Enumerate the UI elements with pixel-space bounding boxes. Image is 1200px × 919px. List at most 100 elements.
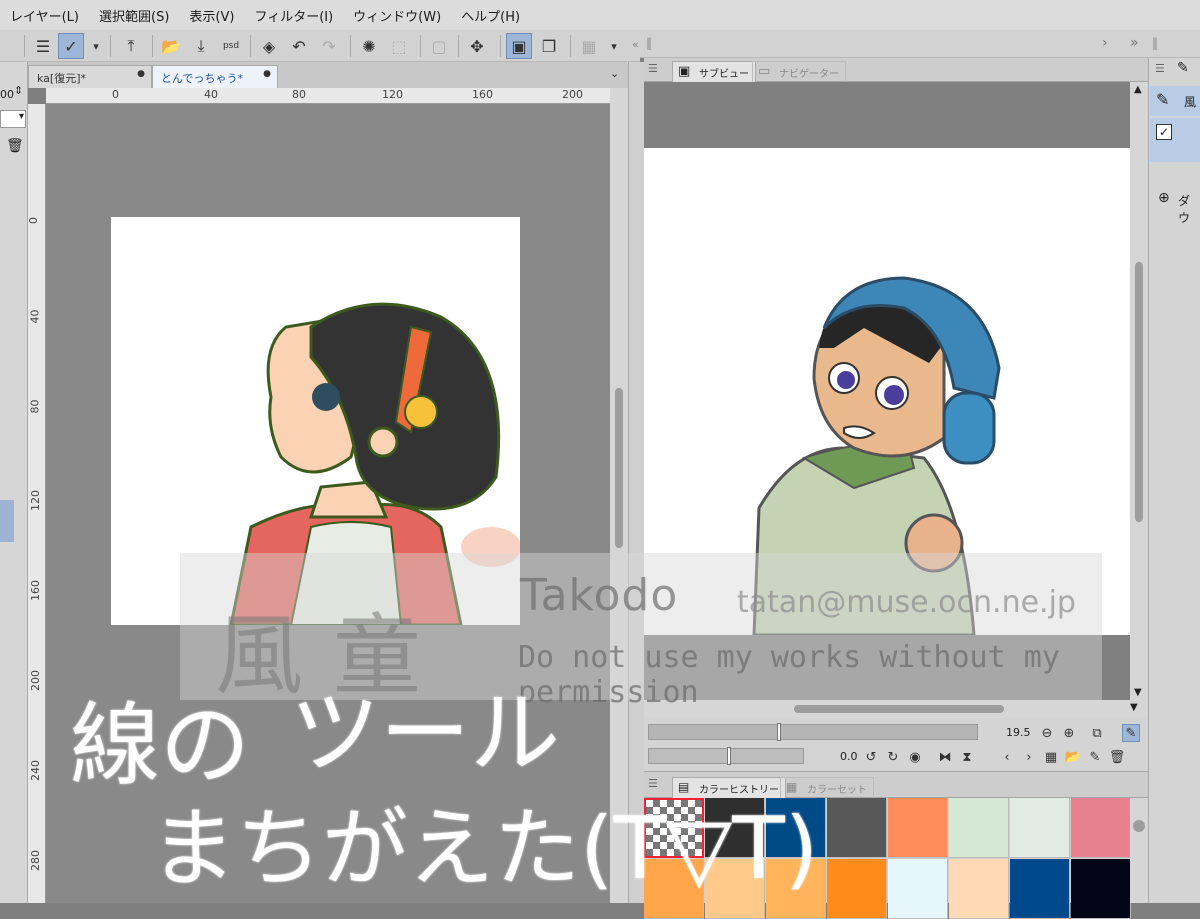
color-swatch[interactable] — [1071, 859, 1131, 919]
double-chevron-right-icon[interactable]: » — [1130, 35, 1139, 51]
loading-icon[interactable]: ✺ — [356, 33, 382, 59]
edit-layer-icon[interactable]: ✓ — [58, 33, 84, 59]
selection-icon[interactable]: ▢ — [426, 33, 452, 59]
color-swatch[interactable] — [1010, 798, 1070, 858]
plus-circle-icon[interactable]: ⊕ — [1158, 190, 1170, 206]
menu-selection[interactable]: 選択範囲(S) — [89, 6, 179, 25]
arrow-up-icon[interactable]: ▲ — [1134, 84, 1142, 95]
swatch-scrollbar[interactable] — [1130, 798, 1148, 903]
open-folder-icon[interactable]: 📂 — [1064, 748, 1082, 766]
deselect-icon[interactable]: ⬚ — [386, 33, 412, 59]
panel-menu-icon[interactable]: ☰ — [1155, 62, 1165, 75]
separator — [458, 35, 459, 57]
color-swatch[interactable] — [888, 859, 948, 919]
save-icon[interactable]: ⤓ — [188, 33, 214, 59]
reset-rotation-icon[interactable]: ◉ — [906, 748, 924, 766]
zoom-slider[interactable] — [648, 723, 978, 741]
menu-icon[interactable]: ☰ — [30, 33, 56, 59]
color-swatch[interactable] — [827, 798, 887, 858]
rotation-slider[interactable] — [648, 747, 804, 765]
display-icon[interactable]: ▣ — [506, 33, 532, 59]
ruler-tick: 0 — [27, 217, 40, 224]
menu-window[interactable]: ウィンドウ(W) — [343, 6, 451, 25]
tab-subview[interactable]: ▣ サブビュー — [672, 61, 756, 82]
flip-vertical-icon[interactable]: ⧗ — [958, 748, 976, 766]
ruler-tick: 80 — [28, 399, 42, 414]
layer-row[interactable]: ✓ — [1150, 118, 1200, 162]
eyedropper-icon[interactable]: ✎ — [1122, 724, 1140, 742]
flip-horizontal-icon[interactable]: ⧓ — [936, 748, 954, 766]
zoom-in-icon[interactable]: ⊕ — [1060, 724, 1078, 742]
trash-icon[interactable]: 🗑 — [1108, 748, 1126, 766]
transform-icon[interactable]: ✥ — [464, 33, 490, 59]
scroll-thumb[interactable] — [1133, 820, 1145, 832]
color-swatch[interactable] — [949, 859, 1009, 919]
color-swatch[interactable] — [949, 798, 1009, 858]
zoom-out-icon[interactable]: ⊖ — [1038, 724, 1056, 742]
checkbox-icon[interactable]: ✓ — [1156, 124, 1172, 140]
vertical-ruler: 0 40 80 120 160 200 240 280 — [27, 104, 46, 903]
layer-panel: ☰ ✎ — [1148, 58, 1200, 903]
close-icon[interactable]: ● — [137, 69, 145, 79]
color-swatch[interactable] — [888, 798, 948, 858]
previous-icon[interactable]: ‹ — [998, 748, 1016, 766]
panel-menu-icon[interactable]: ☰ — [648, 62, 658, 75]
collapse-icon[interactable]: « — [632, 38, 639, 51]
watermark-notice: Do not use my works without my permissio… — [518, 640, 1060, 710]
psd-icon[interactable]: psd — [218, 33, 244, 59]
tool-select[interactable]: ▾ — [0, 110, 26, 128]
menu-layer[interactable]: レイヤー(L) — [0, 6, 89, 25]
horizontal-ruler: 0 40 80 120 160 200 — [46, 88, 610, 104]
tab-navigator[interactable]: ▭ ナビゲーター — [752, 61, 846, 82]
dock-divider[interactable]: « — [628, 38, 644, 903]
export-icon[interactable]: ⤒ — [118, 33, 144, 59]
grid-icon[interactable]: ▦ — [1042, 748, 1060, 766]
rotate-right-icon[interactable]: ↻ — [884, 748, 902, 766]
next-icon[interactable]: › — [1020, 748, 1038, 766]
tab-label: サブビュー — [699, 69, 749, 80]
separator — [420, 35, 421, 57]
layers-icon[interactable]: ◈ — [256, 33, 282, 59]
rotation-value: 0.0 — [840, 750, 858, 763]
ruler-tick: 40 — [28, 309, 42, 324]
separator — [350, 35, 351, 57]
slider-knob[interactable] — [777, 723, 781, 741]
separator — [250, 35, 251, 57]
menu-view[interactable]: 表示(V) — [179, 6, 244, 25]
handwritten-line-2: ツール — [290, 681, 560, 786]
edit-icon[interactable]: ✎ — [1086, 748, 1104, 766]
chevron-right-icon[interactable]: › — [1102, 35, 1108, 51]
fit-icon[interactable]: ⧉ — [1088, 724, 1106, 742]
grid-icon[interactable]: ▦ — [576, 33, 602, 59]
chevron-down-icon[interactable]: ▾ — [604, 33, 624, 59]
spin-icon[interactable]: ⇕ — [14, 84, 23, 97]
subview-vertical-scrollbar[interactable]: ▲ ▼ — [1130, 82, 1148, 700]
menu-help[interactable]: ヘルプ(H) — [451, 6, 530, 25]
scroll-thumb[interactable] — [615, 388, 623, 548]
separator — [110, 35, 111, 57]
scroll-thumb[interactable] — [1135, 262, 1143, 522]
chevron-down-icon[interactable]: ▾ — [86, 33, 106, 59]
menu-filter[interactable]: フィルター(I) — [244, 6, 343, 25]
add-download-row[interactable]: ⊕ ダウ — [1150, 186, 1200, 225]
doc-tab-ka[interactable]: ka[復元]* ● — [28, 65, 152, 88]
doc-tab-tondecchau[interactable]: とんでっちゃう* ● — [152, 65, 278, 88]
layer-row-active[interactable]: ✎ 風 — [1150, 86, 1200, 116]
color-swatch[interactable] — [1071, 798, 1131, 858]
trash-icon[interactable]: 🗑 — [6, 138, 24, 154]
rotate-left-icon[interactable]: ↺ — [862, 748, 880, 766]
ruler-tick: 240 — [29, 760, 42, 781]
color-swatch[interactable] — [827, 859, 887, 919]
separator — [24, 35, 25, 57]
window-icon[interactable]: ❐ — [536, 33, 562, 59]
color-swatch[interactable] — [1010, 859, 1070, 919]
brush-size-value[interactable]: 00 — [0, 88, 14, 101]
open-folder-icon[interactable]: 📂 — [158, 33, 184, 59]
layer-name: 風 — [1184, 95, 1197, 109]
chevron-down-icon[interactable]: ⌄ — [610, 67, 619, 80]
slider-knob[interactable] — [727, 747, 731, 765]
ruler-tick: 200 — [29, 670, 42, 691]
redo-icon[interactable]: ↷ — [316, 33, 342, 59]
close-icon[interactable]: ● — [263, 69, 271, 79]
undo-icon[interactable]: ↶ — [286, 33, 312, 59]
